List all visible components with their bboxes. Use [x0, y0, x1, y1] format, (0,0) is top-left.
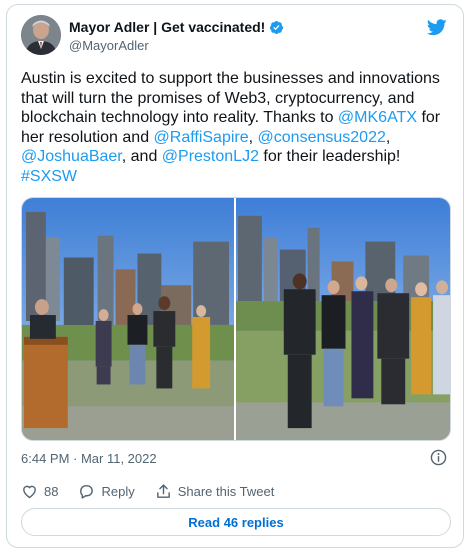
mention-link[interactable]: @consensus2022: [258, 129, 386, 146]
tweet-text: Austin is excited to support the busines…: [21, 69, 455, 187]
reply-icon: [80, 485, 94, 499]
photo-grid: [21, 197, 451, 441]
avatar[interactable]: [21, 15, 61, 55]
share-label: Share this Tweet: [177, 484, 275, 499]
photo-right[interactable]: [236, 198, 450, 440]
tweet-text-segment: , and: [121, 148, 162, 166]
tweet-timestamp[interactable]: 6:44 PM · Mar 11, 2022: [21, 451, 157, 466]
verified-badge-icon: [270, 20, 284, 34]
action-bar: 88 Reply Share this Tweet: [21, 483, 294, 500]
twitter-bird-icon[interactable]: [427, 19, 447, 36]
like-button[interactable]: 88: [21, 483, 58, 500]
reply-label: Reply: [101, 484, 135, 499]
tweet-text-segment: for their leadership!: [258, 148, 401, 166]
read-replies-button[interactable]: Read 46 replies: [21, 508, 451, 536]
mention-link[interactable]: @JoshuaBaer: [21, 148, 122, 165]
reply-button[interactable]: Reply: [78, 483, 135, 500]
mention-link[interactable]: @RaffiSapire: [154, 129, 249, 146]
share-icon: [156, 484, 170, 498]
photo-left[interactable]: [22, 198, 234, 440]
mention-link[interactable]: @MK6ATX: [338, 109, 417, 126]
author-display-name[interactable]: Mayor Adler | Get vaccinated!: [69, 19, 265, 35]
tweet-text-segment: ,: [248, 128, 258, 146]
share-button[interactable]: Share this Tweet: [155, 483, 275, 500]
like-count: 88: [44, 484, 59, 499]
author-handle[interactable]: @MayorAdler: [69, 38, 149, 53]
heart-icon: [23, 485, 36, 499]
mention-link[interactable]: @PrestonLJ2: [162, 148, 259, 165]
author-name-row: Mayor Adler | Get vaccinated!: [69, 19, 284, 35]
hashtag-link[interactable]: #SXSW: [21, 168, 77, 185]
info-icon[interactable]: [430, 449, 447, 466]
tweet-text-segment: ,: [385, 128, 391, 146]
tweet-card: Mayor Adler | Get vaccinated! @MayorAdle…: [6, 4, 464, 548]
